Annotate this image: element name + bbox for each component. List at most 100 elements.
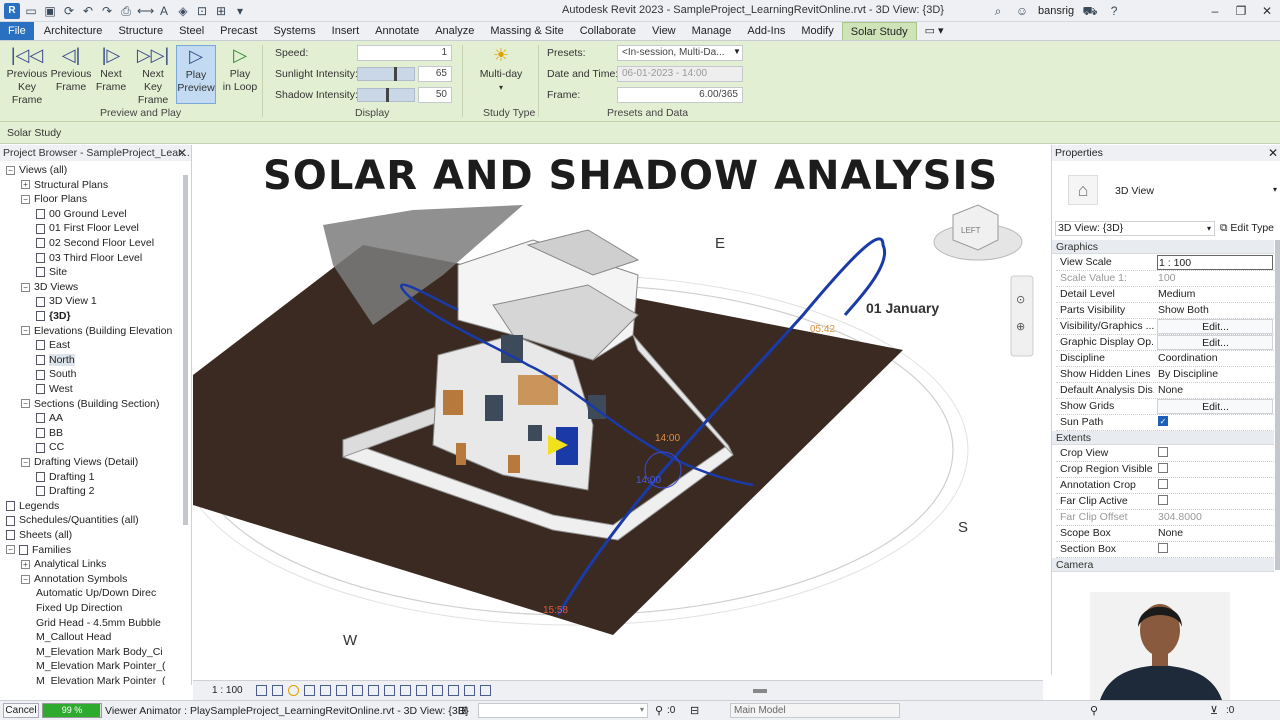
collapse-icon[interactable]: − — [21, 326, 30, 336]
browser-item[interactable]: Fixed Up Direction — [36, 601, 122, 615]
property-value[interactable]: Medium — [1157, 287, 1273, 302]
browser-item[interactable]: Drafting 1 — [36, 470, 95, 484]
tab-architecture[interactable]: Architecture — [36, 22, 111, 40]
crop-view-icon[interactable] — [336, 685, 347, 696]
next-frame-button[interactable]: |▷ Next Frame — [92, 45, 130, 94]
collapse-icon[interactable]: − — [6, 165, 15, 175]
browser-item[interactable]: − Elevations (Building Elevation — [21, 324, 172, 338]
reveal-hidden-icon[interactable] — [400, 685, 411, 696]
visual-style-icon[interactable] — [272, 685, 283, 696]
collapse-icon[interactable]: − — [21, 457, 30, 467]
tab-add-ins[interactable]: Add-Ins — [739, 22, 793, 40]
properties-section-extents[interactable]: Extents — [1052, 431, 1274, 445]
collapse-icon[interactable]: − — [6, 545, 15, 555]
sync-icon[interactable]: ⟳ — [61, 3, 77, 19]
tab-insert[interactable]: Insert — [324, 22, 368, 40]
properties-section-graphics[interactable]: Graphics — [1052, 240, 1274, 254]
section-icon[interactable]: ⊡ — [194, 3, 210, 19]
detail-level-icon[interactable] — [256, 685, 267, 696]
close-icon[interactable]: ✕ — [1268, 145, 1278, 161]
help-icon[interactable]: ? — [1106, 3, 1122, 19]
previous-key-frame-button[interactable]: |◁◁ Previous Key Frame — [4, 45, 50, 107]
text-icon[interactable]: A — [156, 3, 172, 19]
browser-item[interactable]: M_Elevation Mark Body_Ci — [36, 645, 163, 659]
property-checkbox-cell[interactable] — [1157, 462, 1273, 477]
property-checkbox-cell[interactable] — [1157, 446, 1273, 461]
edit-button[interactable]: Edit... — [1157, 399, 1273, 414]
property-value[interactable]: None — [1157, 383, 1273, 398]
reveal-constraints-icon[interactable] — [480, 685, 491, 696]
property-value[interactable]: By Discipline — [1157, 367, 1273, 382]
shadow-intensity-field[interactable]: 50 — [418, 87, 452, 103]
frame-field[interactable]: 6.00/365 — [617, 87, 743, 103]
select-links-icon[interactable]: ⚲ — [1090, 704, 1098, 717]
browser-item[interactable]: 01 First Floor Level — [36, 221, 139, 235]
unlocked-view-icon[interactable] — [368, 685, 379, 696]
design-option-field[interactable]: Main Model — [730, 703, 900, 718]
collapse-icon[interactable]: − — [21, 282, 30, 292]
edit-button[interactable]: Edit... — [1157, 335, 1273, 350]
save-icon[interactable]: ▣ — [42, 3, 58, 19]
tab-overflow-icon[interactable]: ▭ ▾ — [917, 22, 952, 40]
cart-icon[interactable]: ⛟ — [1082, 3, 1098, 19]
worksharing-display-icon[interactable] — [416, 685, 427, 696]
zoom-icon[interactable]: ⊕ — [1016, 320, 1025, 333]
checkbox[interactable] — [1158, 447, 1168, 458]
type-selector-arrow-icon[interactable]: ▾ — [1273, 185, 1277, 194]
view-scale-indicator[interactable]: 1 : 100 — [212, 685, 243, 696]
tab-steel[interactable]: Steel — [171, 22, 212, 40]
sun-path-toggle-icon[interactable] — [288, 685, 299, 696]
browser-item[interactable]: 02 Second Floor Level — [36, 236, 154, 250]
browser-item[interactable]: M_Elevation Mark Pointer_( — [36, 659, 166, 673]
browser-item[interactable]: East — [36, 338, 70, 352]
shadow-intensity-slider[interactable] — [357, 88, 415, 102]
property-value[interactable]: 1 : 100 — [1157, 255, 1273, 270]
tab-systems[interactable]: Systems — [265, 22, 323, 40]
presets-dropdown-arrow-icon[interactable]: ▼ — [733, 47, 741, 56]
close-icon[interactable]: ✕ — [1260, 3, 1274, 19]
property-checkbox-cell[interactable] — [1157, 478, 1273, 493]
checkbox[interactable] — [1158, 463, 1168, 474]
checkbox[interactable] — [1158, 479, 1168, 490]
browser-item[interactable]: − Floor Plans — [21, 192, 87, 206]
temporary-view-properties-icon[interactable] — [432, 685, 443, 696]
shadow-slider-knob[interactable] — [386, 88, 389, 102]
steering-wheel-icon[interactable]: ⊙ — [1016, 293, 1025, 306]
browser-item[interactable]: Site — [36, 265, 67, 279]
navigation-bar[interactable] — [1010, 275, 1034, 357]
browser-item[interactable]: + Structural Plans — [21, 178, 108, 192]
open-icon[interactable]: ▭ — [23, 3, 39, 19]
3d-view-icon[interactable]: ◈ — [175, 3, 191, 19]
properties-section-camera[interactable]: Camera — [1052, 558, 1274, 572]
browser-item[interactable]: + Analytical Links — [21, 557, 106, 571]
edit-type-button[interactable]: ⧉ Edit Type — [1220, 222, 1274, 235]
presets-dropdown[interactable]: <In-session, Multi-Da... — [617, 45, 743, 61]
analytical-model-icon[interactable] — [448, 685, 459, 696]
instance-selector[interactable]: 3D View: {3D} ▾ — [1055, 221, 1215, 236]
project-browser-scrollbar[interactable] — [183, 175, 188, 525]
checkbox[interactable] — [1158, 543, 1168, 554]
browser-item[interactable]: Grid Head - 4.5mm Bubble — [36, 616, 161, 630]
property-value[interactable]: Show Both — [1157, 303, 1273, 318]
close-hidden-icon[interactable]: ⊞ — [213, 3, 229, 19]
property-value[interactable]: None — [1157, 526, 1273, 541]
speed-field[interactable]: 1 — [357, 45, 452, 61]
browser-item[interactable]: Drafting 2 — [36, 484, 95, 498]
property-checkbox-cell[interactable] — [1157, 542, 1273, 557]
tab-annotate[interactable]: Annotate — [367, 22, 427, 40]
collapse-icon[interactable]: − — [21, 399, 30, 409]
browser-item[interactable]: Sheets (all) — [6, 528, 72, 542]
collapse-icon[interactable]: − — [21, 574, 30, 584]
tab-massing-site[interactable]: Massing & Site — [482, 22, 571, 40]
multi-day-button[interactable]: ☀ Multi-day ▾ — [474, 45, 528, 94]
property-checkbox-cell[interactable] — [1157, 494, 1273, 509]
browser-item[interactable]: South — [36, 367, 76, 381]
worksets-icon[interactable]: ⊞ — [458, 704, 467, 717]
browser-item[interactable]: CC — [36, 440, 64, 454]
tab-modify[interactable]: Modify — [793, 22, 841, 40]
3d-viewport[interactable]: LEFT ⊙ ⊕ E S W 01 January 05:42 14:00 14… — [193, 145, 1043, 680]
close-icon[interactable]: ✕ — [177, 145, 187, 161]
tab-precast[interactable]: Precast — [212, 22, 265, 40]
browser-item[interactable]: M_Callout Head — [36, 630, 111, 644]
play-preview-button[interactable]: ▷ Play Preview — [176, 45, 216, 104]
